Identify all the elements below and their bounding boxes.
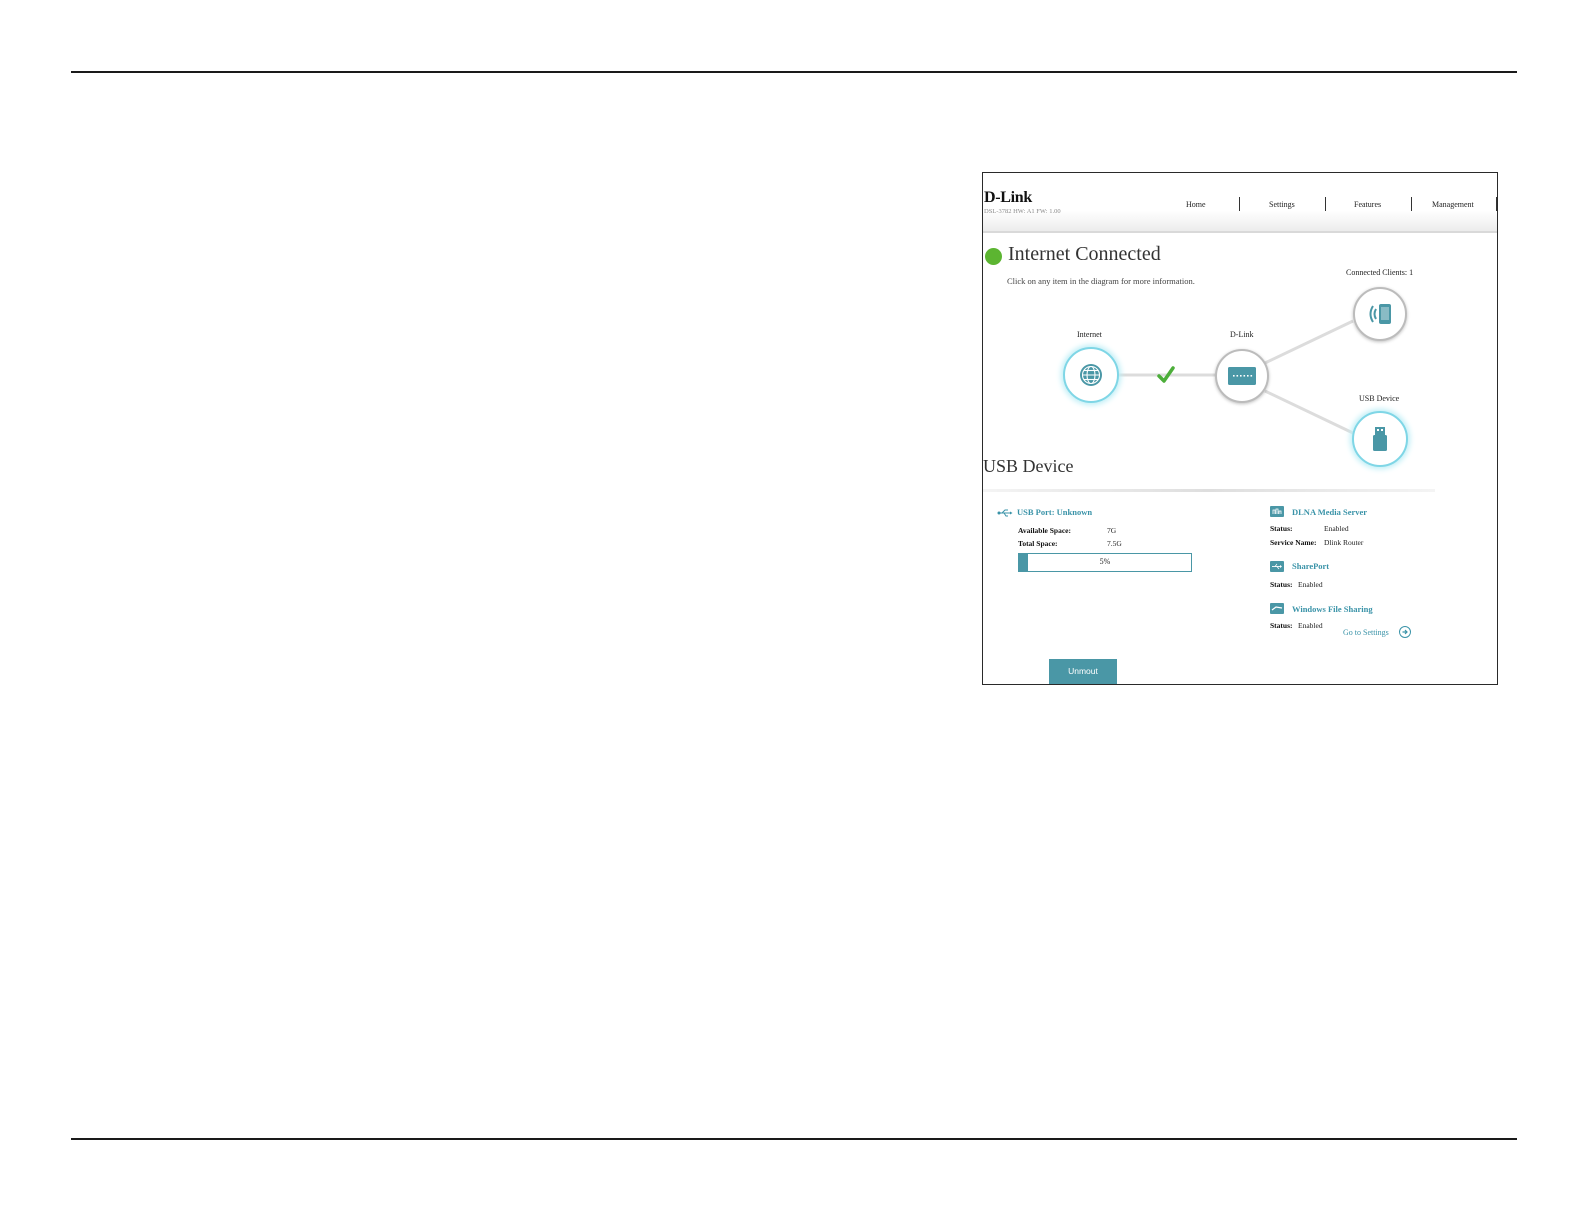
diagram-links bbox=[1119, 319, 1354, 435]
wfs-status-label: Status: bbox=[1270, 621, 1293, 630]
wfs-status-value: Enabled bbox=[1298, 621, 1323, 630]
usb-device-node[interactable] bbox=[1352, 411, 1408, 467]
shareport-status-value: Enabled bbox=[1298, 580, 1323, 589]
dlna-title: DLNA Media Server bbox=[1292, 507, 1368, 517]
usb-section-title: USB Device bbox=[983, 456, 1074, 476]
usb-symbol-icon bbox=[997, 509, 1013, 517]
total-space-label: Total Space: bbox=[1018, 539, 1058, 548]
unmount-button[interactable]: Unmout bbox=[1049, 659, 1117, 684]
usb-stick-icon bbox=[1373, 427, 1387, 451]
wireless-device-icon bbox=[1369, 304, 1391, 324]
usb-port-status: USB Port: Unknown bbox=[1017, 507, 1093, 517]
dlna-icon bbox=[1270, 506, 1284, 517]
shareport-icon bbox=[1270, 561, 1284, 572]
arrow-right-circle-icon[interactable] bbox=[1399, 626, 1411, 638]
windows-file-sharing-icon bbox=[1270, 603, 1284, 614]
shareport-status-label: Status: bbox=[1270, 580, 1293, 589]
router-label: D-Link bbox=[1230, 330, 1254, 339]
go-to-settings-link[interactable]: Go to Settings bbox=[1343, 628, 1389, 637]
clients-node[interactable] bbox=[1353, 287, 1407, 341]
router-clients-link bbox=[1264, 319, 1354, 365]
windows-file-sharing-title: Windows File Sharing bbox=[1292, 604, 1373, 614]
dlna-status-label: Status: bbox=[1270, 524, 1293, 533]
dlna-status-value: Enabled bbox=[1324, 524, 1349, 533]
shareport-title: SharePort bbox=[1292, 561, 1330, 571]
section-divider bbox=[983, 489, 1435, 492]
total-space-value: 7.5G bbox=[1107, 539, 1122, 548]
usage-progress-bar: 5% bbox=[1018, 553, 1192, 572]
globe-icon bbox=[1080, 364, 1102, 386]
usb-device-label: USB Device bbox=[1359, 394, 1400, 403]
bottom-rule bbox=[71, 1138, 1517, 1140]
top-rule bbox=[71, 71, 1517, 73]
router-node[interactable] bbox=[1215, 349, 1269, 403]
dlna-service-name-value: Dlink Router bbox=[1324, 538, 1364, 547]
usage-percent: 5% bbox=[1099, 557, 1111, 566]
available-space-label: Available Space: bbox=[1018, 526, 1071, 535]
internet-label: Internet bbox=[1077, 330, 1102, 339]
available-space-value: 7G bbox=[1107, 526, 1117, 535]
router-ui-screenshot: D-Link DSL-3782 HW: A1 FW: 1.00 Home Set… bbox=[982, 172, 1498, 685]
router-usb-link bbox=[1264, 389, 1354, 435]
dlna-service-name-label: Service Name: bbox=[1270, 538, 1317, 547]
router-icon bbox=[1228, 367, 1256, 385]
internet-node[interactable] bbox=[1063, 347, 1119, 403]
